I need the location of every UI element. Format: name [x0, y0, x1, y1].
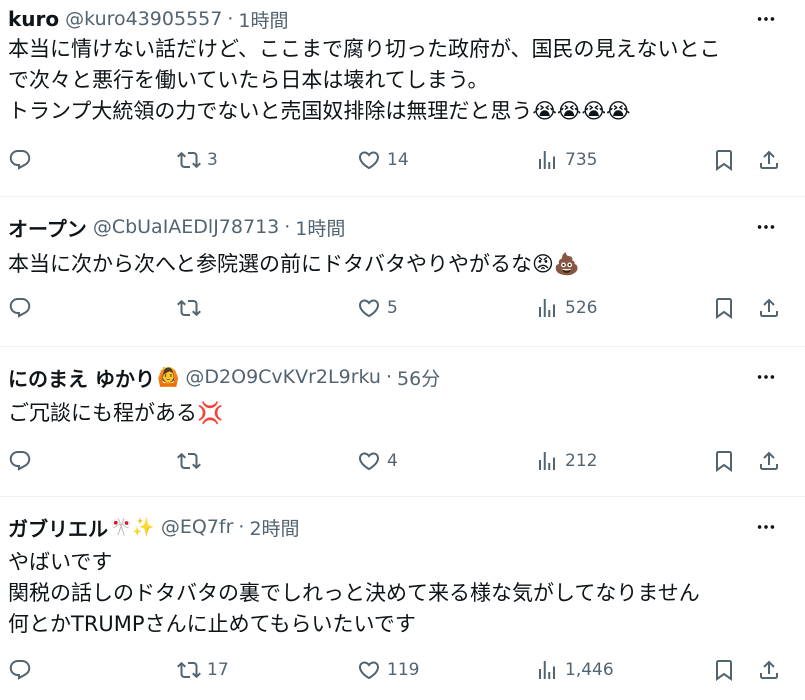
reply-button[interactable] [8, 145, 38, 175]
share-button[interactable] [757, 655, 781, 685]
timestamp[interactable]: 56分 [397, 364, 440, 391]
more-icon[interactable] [753, 364, 779, 390]
tweet[interactable]: ガブリエル 🎌✨ @EQ7fr · 2時間 やばいです関税の話しのドタバタの裏で… [0, 497, 805, 700]
retweet-button[interactable]: 3 [177, 145, 218, 175]
view-count: 212 [565, 451, 598, 471]
name-emoji: 🎌✨ [110, 516, 155, 538]
view-count: 526 [565, 298, 598, 318]
tweet-text-line: 本当に情けない話だけど、ここまで腐り切った政府が、国民の見えないとこ [8, 37, 721, 61]
tweet-header: にのまえ ゆかり 🙆 @D2O9CvKVr2L9rku · 56分 [8, 363, 805, 392]
view-count: 735 [565, 150, 598, 170]
tweet-text: やばいです関税の話しのドタバタの裏でしれっと決めて来る様な気がしてなりません 何と… [8, 547, 795, 640]
tweet-header: kuro @kuro43905557 · 1時間 [8, 6, 805, 32]
tweet-text-line: 本当に次から次へと参院選の前にドタバタやりやがるな😡💩 [8, 252, 580, 276]
retweet-button[interactable] [177, 293, 207, 323]
action-bar: 17 119 1,446 [0, 655, 805, 685]
retweet-count: 3 [207, 150, 218, 170]
share-button[interactable] [757, 446, 781, 476]
user-handle[interactable]: @CbUaIAEDlJ78713 [93, 216, 279, 238]
like-button[interactable]: 14 [357, 145, 409, 175]
views-button[interactable]: 1,446 [535, 655, 614, 685]
share-button[interactable] [757, 145, 781, 175]
tweet-text-line: で次々と悪行を働いていたら日本は壊れてしまう。 [8, 68, 489, 92]
action-bar: 4 212 [0, 446, 805, 476]
tweet-text: 本当に情けない話だけど、ここまで腐り切った政府が、国民の見えないとこ で次々と悪行… [8, 34, 795, 127]
like-count: 4 [387, 451, 398, 471]
tweet-text: 本当に次から次へと参院選の前にドタバタやりやがるな😡💩 [8, 249, 795, 280]
retweet-button[interactable]: 17 [177, 655, 229, 685]
display-name[interactable]: kuro [8, 7, 59, 31]
bookmark-button[interactable] [712, 655, 736, 685]
tweet-text-line: ご冗談にも程がある💢 [8, 401, 224, 425]
name-emoji: 🙆 [156, 366, 180, 388]
tweet-text-line: やばいです [8, 550, 113, 574]
reply-button[interactable] [8, 446, 38, 476]
retweet-button[interactable] [177, 446, 207, 476]
timestamp[interactable]: 2時間 [249, 514, 299, 541]
share-button[interactable] [757, 293, 781, 323]
like-count: 119 [387, 660, 420, 680]
reply-button[interactable] [8, 293, 38, 323]
timestamp[interactable]: 1時間 [238, 6, 288, 33]
views-button[interactable]: 212 [535, 446, 597, 476]
like-button[interactable]: 4 [357, 446, 398, 476]
reply-button[interactable] [8, 655, 38, 685]
more-icon[interactable] [753, 6, 779, 32]
separator: · [238, 516, 245, 538]
tweet-text-line: 何とかTRUMPさんに止めてもらいたいです [8, 612, 416, 636]
retweet-count: 17 [207, 660, 229, 680]
tweet[interactable]: にのまえ ゆかり 🙆 @D2O9CvKVr2L9rku · 56分 ご冗談にも程… [0, 347, 805, 497]
display-name[interactable]: オープン [8, 213, 87, 242]
tweet[interactable]: kuro @kuro43905557 · 1時間 本当に情けない話だけど、ここま… [0, 0, 805, 197]
action-bar: 5 526 [0, 293, 805, 323]
like-count: 5 [387, 298, 398, 318]
tweet[interactable]: オープン @CbUaIAEDlJ78713 · 1時間 本当に次から次へと参院選… [0, 197, 805, 347]
action-bar: 3 14 735 [0, 145, 805, 175]
like-count: 14 [387, 150, 409, 170]
bookmark-button[interactable] [712, 293, 736, 323]
timestamp[interactable]: 1時間 [295, 214, 345, 241]
tweet-text-line: トランプ大統領の力でないと売国奴排除は無理だと思う😭😭😭😭 [8, 99, 631, 123]
views-button[interactable]: 526 [535, 293, 597, 323]
user-handle[interactable]: @EQ7fr [161, 516, 234, 538]
views-button[interactable]: 735 [535, 145, 597, 175]
bookmark-button[interactable] [712, 446, 736, 476]
more-icon[interactable] [753, 514, 779, 540]
like-button[interactable]: 5 [357, 293, 398, 323]
tweet-header: オープン @CbUaIAEDlJ78713 · 1時間 [8, 213, 805, 242]
view-count: 1,446 [565, 660, 614, 680]
like-button[interactable]: 119 [357, 655, 419, 685]
separator: · [385, 366, 393, 388]
tweet-text: ご冗談にも程がある💢 [8, 398, 795, 429]
bookmark-button[interactable] [712, 145, 736, 175]
more-icon[interactable] [753, 214, 779, 240]
separator: · [284, 216, 291, 238]
separator: · [227, 8, 234, 30]
user-handle[interactable]: @kuro43905557 [65, 8, 222, 30]
tweet-text-line: 関税の話しのドタバタの裏でしれっと決めて来る様な気がしてなりません [8, 581, 700, 605]
display-name[interactable]: にのまえ ゆかり [8, 363, 155, 392]
user-handle[interactable]: @D2O9CvKVr2L9rku [185, 366, 381, 388]
display-name[interactable]: ガブリエル [8, 513, 108, 542]
tweet-header: ガブリエル 🎌✨ @EQ7fr · 2時間 [8, 513, 805, 542]
